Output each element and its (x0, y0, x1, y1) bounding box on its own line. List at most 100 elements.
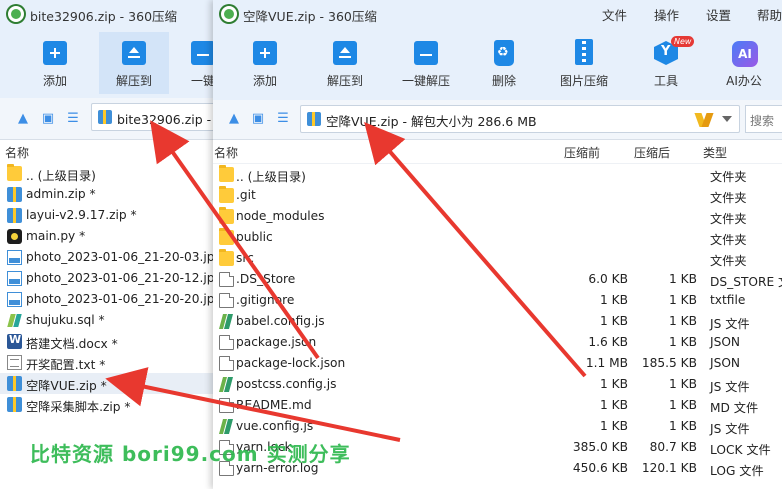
app-logo-icon (221, 6, 237, 22)
table-row[interactable]: babel.config.js 1 KB 1 KB JS 文件 (213, 311, 782, 332)
compressed-after-size: 1 KB (669, 272, 697, 286)
file-name: node_modules (236, 209, 325, 223)
list-item[interactable]: shujuku.sql * (0, 310, 230, 331)
list-item[interactable]: layui-v2.9.17.zip * (0, 205, 230, 226)
table-row[interactable]: vue.config.js 1 KB 1 KB JS 文件 (213, 416, 782, 437)
list-item[interactable]: 空降VUE.zip * (0, 373, 230, 394)
sql-icon (7, 313, 22, 328)
compressed-before-size: 1.6 KB (588, 335, 628, 349)
list-view-icon[interactable]: ☰ (275, 111, 291, 127)
front-address-field[interactable]: 空降VUE.zip - 解包大小为 286.6 MB (300, 105, 740, 133)
recycle-bin-icon (489, 38, 519, 68)
back-column-header: 名称 (0, 140, 230, 162)
list-item[interactable]: .. (上级目录) (0, 163, 230, 184)
file-icon (219, 272, 234, 287)
compressed-before-size: 1 KB (600, 377, 628, 391)
column-type-header[interactable]: 类型 (703, 144, 727, 161)
extract-to-button[interactable]: 解压到 (99, 32, 169, 94)
compressed-before-size: 1 KB (600, 314, 628, 328)
file-name: .. (上级目录) (236, 170, 306, 184)
file-type: JSON (710, 356, 741, 370)
up-arrow-icon[interactable]: ▲ (226, 111, 242, 127)
zip-icon (7, 376, 22, 391)
word-icon (7, 333, 22, 349)
up-arrow-icon[interactable]: ▲ (15, 111, 31, 127)
table-row[interactable]: node_modules 文件夹 (213, 206, 782, 227)
list-item[interactable]: photo_2023-01-06_21-20-03.jpg (0, 247, 230, 268)
column-after-header[interactable]: 压缩后 (634, 144, 670, 161)
txt-icon (7, 355, 22, 370)
table-row[interactable]: README.md 1 KB 1 KB MD 文件 (213, 395, 782, 416)
file-type: JS 文件 (710, 380, 750, 394)
add-button[interactable]: 添加 (230, 32, 300, 94)
compressed-before-size: 450.6 KB (572, 461, 628, 475)
view-toggle-icon[interactable]: ▣ (40, 111, 56, 127)
file-type: JS 文件 (710, 422, 750, 436)
folder-icon (219, 165, 234, 182)
list-item[interactable]: 空降采集脚本.zip * (0, 394, 230, 415)
extract-to-button[interactable]: 解压到 (310, 32, 380, 94)
table-row[interactable]: .. (上级目录) 文件夹 (213, 164, 782, 185)
image-compress-button[interactable]: 图片压缩 (549, 32, 619, 94)
back-window-titlebar[interactable]: bite32906.zip - 360压缩 (0, 0, 230, 28)
compressed-after-size: 1 KB (669, 377, 697, 391)
file-icon (219, 398, 234, 413)
file-name: babel.config.js (236, 314, 325, 328)
file-name: vue.config.js (236, 419, 314, 433)
js-file-icon (219, 314, 234, 329)
js-file-icon (219, 377, 234, 392)
compressed-before-size: 1.1 MB (585, 356, 628, 370)
list-item[interactable]: main.py * (0, 226, 230, 247)
ai-office-button[interactable]: AI AI办公 (709, 32, 779, 94)
compressed-before-size: 385.0 KB (572, 440, 628, 454)
table-row[interactable]: .git 文件夹 (213, 185, 782, 206)
file-name: layui-v2.9.17.zip * (26, 208, 137, 222)
menu-operation[interactable]: 操作 (654, 5, 679, 24)
column-name-header[interactable]: 名称 (5, 144, 29, 161)
table-row[interactable]: src 文件夹 (213, 248, 782, 269)
add-icon (250, 38, 280, 68)
table-row[interactable]: package-lock.json 1.1 MB 185.5 KB JSON (213, 353, 782, 374)
list-item[interactable]: admin.zip * (0, 184, 230, 205)
front-window-titlebar[interactable]: 空降VUE.zip - 360压缩 文件 操作 设置 帮助 (213, 0, 782, 28)
zip-icon (7, 208, 22, 223)
menu-file[interactable]: 文件 (602, 5, 627, 24)
extract-icon (119, 38, 149, 68)
file-name: postcss.config.js (236, 377, 337, 391)
jpg-icon (7, 271, 22, 286)
table-row[interactable]: postcss.config.js 1 KB 1 KB JS 文件 (213, 374, 782, 395)
file-type: JS 文件 (710, 317, 750, 331)
back-archive-window: bite32906.zip - 360压缩 添加 解压到 一键 ▲ ▣ ☰ bi… (0, 0, 236, 489)
file-name: package.json (236, 335, 317, 349)
file-type: 文件夹 (710, 254, 747, 268)
one-click-extract-button[interactable]: 一键解压 (391, 32, 461, 94)
table-row[interactable]: package.json 1.6 KB 1 KB JSON (213, 332, 782, 353)
zip-icon (307, 112, 321, 126)
chevron-down-icon[interactable] (722, 116, 732, 122)
file-type: 文件夹 (710, 170, 747, 184)
v-logo-icon[interactable] (697, 113, 711, 127)
tools-icon: New (651, 36, 695, 68)
view-toggle-icon[interactable]: ▣ (250, 111, 266, 127)
front-window-address-bar: ▲ ▣ ☰ 空降VUE.zip - 解包大小为 286.6 MB 搜索 (213, 100, 782, 140)
menu-settings[interactable]: 设置 (706, 5, 731, 24)
column-name-header[interactable]: 名称 (214, 144, 238, 161)
table-row[interactable]: .DS_Store 6.0 KB 1 KB DS_STORE 文件 (213, 269, 782, 290)
app-logo-icon (8, 6, 24, 22)
table-row[interactable]: .gitignore 1 KB 1 KB txtfile (213, 290, 782, 311)
delete-button[interactable]: 删除 (469, 32, 539, 94)
file-type: 文件夹 (710, 212, 747, 226)
column-before-header[interactable]: 压缩前 (564, 144, 600, 161)
list-item[interactable]: photo_2023-01-06_21-20-12.jpg (0, 268, 230, 289)
folder-icon (219, 249, 234, 266)
search-input[interactable]: 搜索 (745, 105, 782, 133)
menu-help[interactable]: 帮助 (757, 5, 782, 24)
tools-button[interactable]: New 工具 (631, 32, 701, 94)
list-item[interactable]: photo_2023-01-06_21-20-20.jpg (0, 289, 230, 310)
list-item[interactable]: 搭建文档.docx * (0, 331, 230, 352)
table-row[interactable]: public 文件夹 (213, 227, 782, 248)
list-view-icon[interactable]: ☰ (65, 111, 81, 127)
list-item[interactable]: 开奖配置.txt * (0, 352, 230, 373)
file-name: 空降采集脚本.zip * (26, 400, 131, 414)
add-button[interactable]: 添加 (20, 32, 90, 94)
